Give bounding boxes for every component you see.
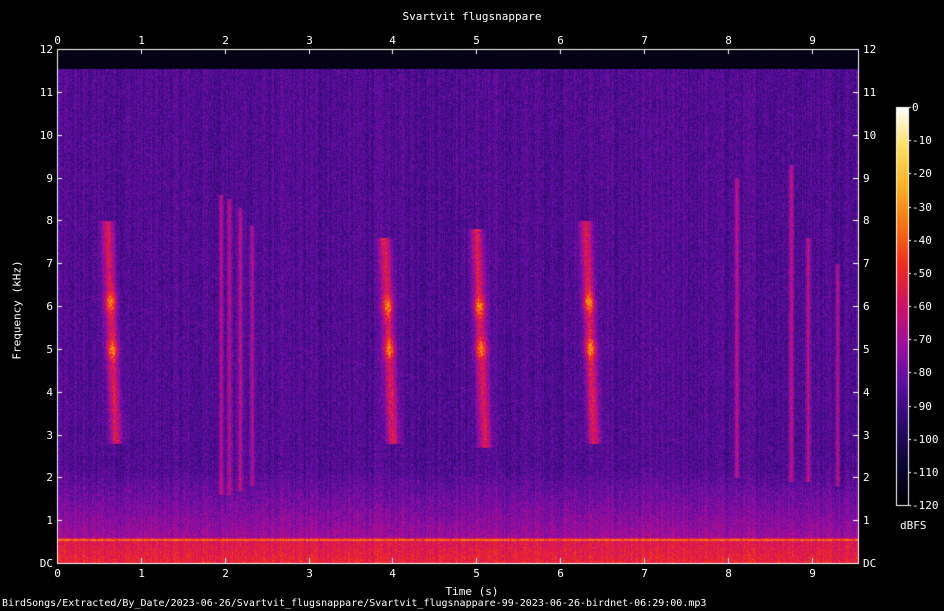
chart-title: Svartvit flugsnappare: [402, 10, 542, 23]
y-tick-label-right: 5: [863, 342, 870, 356]
y-tick-label-right: 7: [863, 256, 870, 270]
x-tick-label: 4: [389, 567, 396, 580]
file-path-footer: BirdSongs/Extracted/By_Date/2023-06-26/S…: [2, 598, 707, 609]
colorbar-tick-label: -70: [912, 332, 932, 346]
y-tick-label-right: 6: [863, 299, 870, 313]
x-tick-label-top: 5: [473, 34, 480, 47]
y-tick-label-right: 8: [863, 213, 870, 227]
colorbar-tick-label: -60: [912, 299, 932, 313]
x-tick-label: 7: [641, 567, 648, 580]
colorbar-tick-label: -40: [912, 233, 932, 247]
colorbar-tick-label: -110: [912, 465, 939, 479]
colorbar-tick-label: 0: [912, 100, 919, 114]
x-tick-label-top: 8: [725, 34, 732, 47]
y-tick-label: 4: [46, 385, 53, 399]
x-tick-label: 3: [306, 567, 313, 580]
y-tick-label: 9: [46, 171, 53, 185]
colorbar-tick-label: -10: [912, 133, 932, 147]
colorbar-tick-label: -90: [912, 399, 932, 413]
y-tick-label-right: DC: [863, 556, 877, 570]
x-tick-label: 5: [473, 567, 480, 580]
y-tick-label-right: 9: [863, 171, 870, 185]
colorbar-tick-label: -120: [912, 498, 939, 512]
spectrogram-plot: [0, 0, 944, 611]
y-tick-label: 1: [46, 513, 53, 527]
x-tick-label-top: 1: [138, 34, 145, 47]
y-tick-label-right: 10: [863, 128, 877, 142]
y-tick-label: 10: [39, 128, 53, 142]
y-tick-label: 2: [46, 470, 53, 484]
x-tick-label: 6: [557, 567, 564, 580]
colorbar-tick-label: -50: [912, 266, 932, 280]
x-axis-label: Time (s): [445, 585, 499, 598]
colorbar-tick-label: -30: [912, 200, 932, 214]
x-tick-label: 8: [725, 567, 732, 580]
colorbar-tick-label: -20: [912, 166, 932, 180]
x-tick-label-top: 6: [557, 34, 564, 47]
x-tick-label: 1: [138, 567, 145, 580]
x-tick-label-top: 7: [641, 34, 648, 47]
x-tick-label-top: 9: [809, 34, 816, 47]
y-tick-label-right: 12: [863, 42, 877, 56]
y-tick-label: 12: [39, 42, 53, 56]
y-tick-label: 6: [46, 299, 53, 313]
colorbar-tick-label: -80: [912, 365, 932, 379]
y-tick-label-right: 4: [863, 385, 870, 399]
colorbar-tick-label: -100: [912, 432, 939, 446]
x-tick-label-top: 4: [389, 34, 396, 47]
x-tick-label: 9: [809, 567, 816, 580]
y-tick-label: 3: [46, 428, 53, 442]
y-tick-label-right: 11: [863, 85, 877, 99]
x-tick-label-top: 2: [222, 34, 229, 47]
y-tick-label-right: 3: [863, 428, 870, 442]
y-tick-label: 7: [46, 256, 53, 270]
y-tick-label: DC: [39, 556, 53, 570]
x-tick-label-top: 3: [306, 34, 313, 47]
y-tick-label-right: 2: [863, 470, 870, 484]
y-tick-label-right: 1: [863, 513, 870, 527]
colorbar-unit-label: dBFS: [900, 519, 927, 532]
y-tick-label: 11: [39, 85, 53, 99]
x-tick-label: 2: [222, 567, 229, 580]
y-tick-label: 5: [46, 342, 53, 356]
y-tick-label: 8: [46, 213, 53, 227]
